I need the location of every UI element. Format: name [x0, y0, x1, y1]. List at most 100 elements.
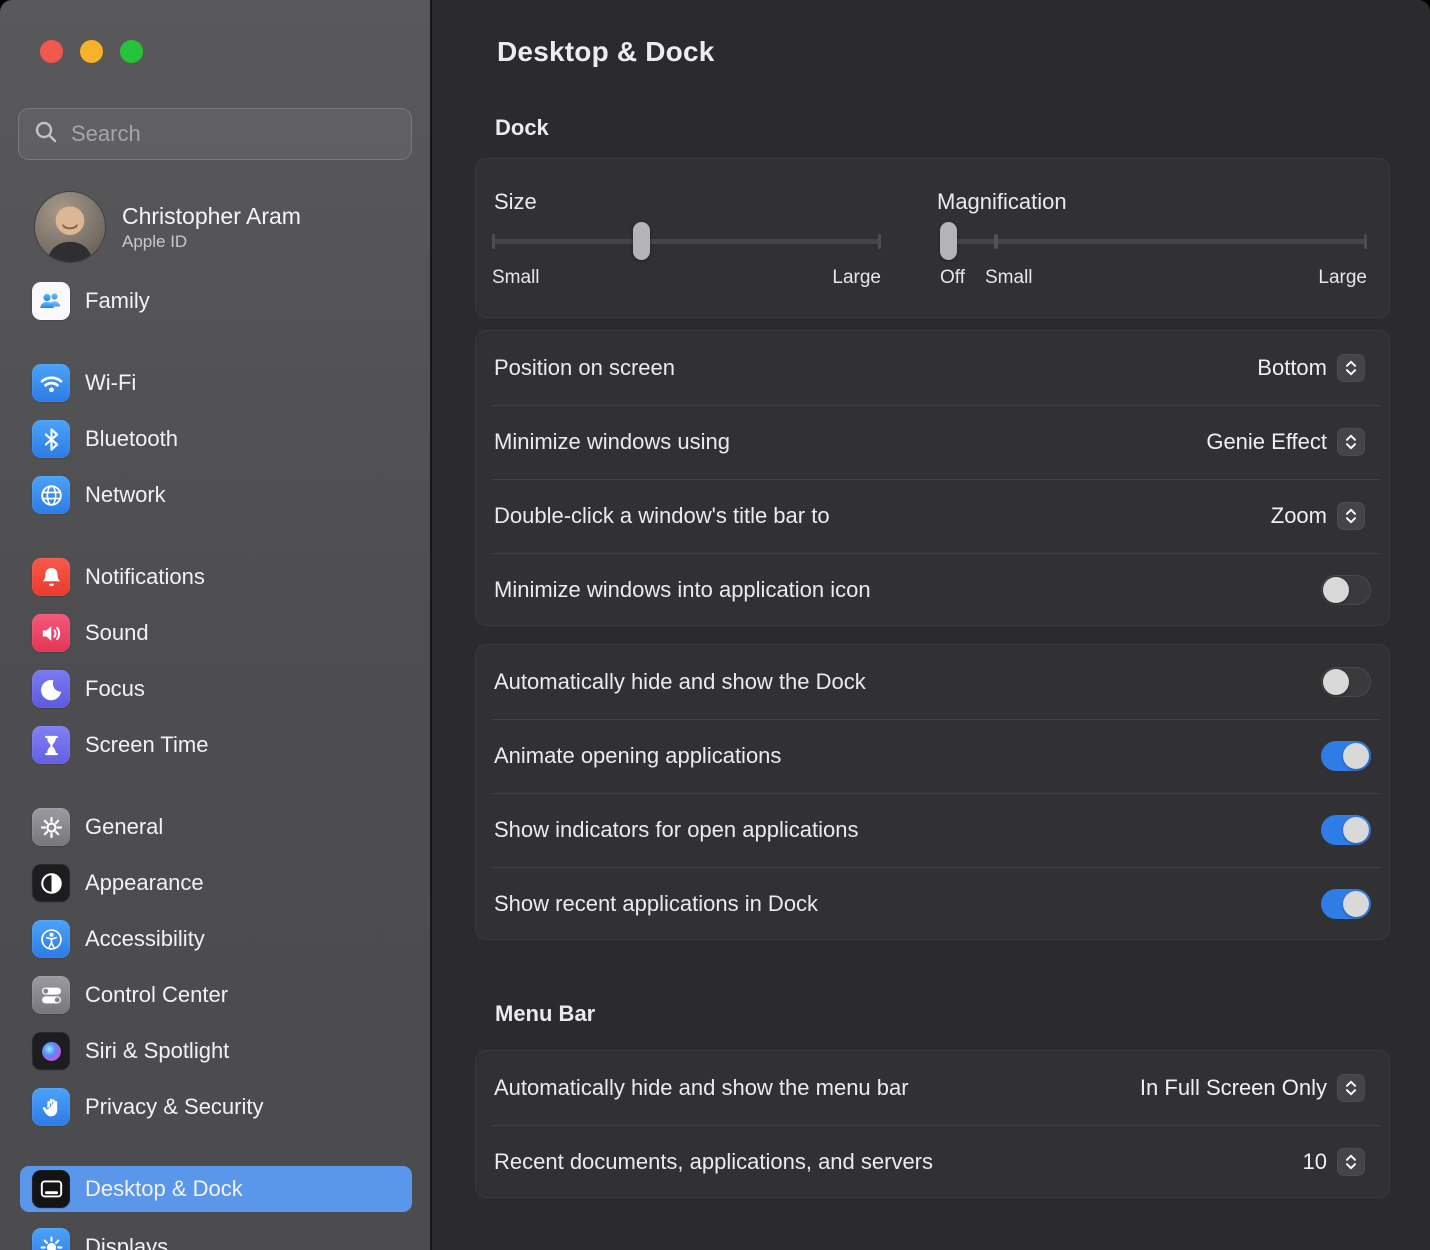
- sidebar-item-family[interactable]: Family: [20, 278, 412, 324]
- magnification-slider-handle[interactable]: [940, 222, 957, 260]
- sidebar-item-network[interactable]: Network: [20, 472, 412, 518]
- bell-icon: [32, 558, 70, 596]
- magnification-slider[interactable]: [940, 222, 1367, 260]
- double-click-title-bar-value: Zoom: [1271, 503, 1327, 529]
- search-field[interactable]: [18, 108, 412, 160]
- sidebar-item-label: Siri & Spotlight: [85, 1038, 229, 1064]
- magnification-max-label: Large: [1318, 267, 1367, 289]
- size-slider-track[interactable]: [492, 239, 881, 244]
- sidebar-item-displays[interactable]: Displays: [20, 1224, 412, 1250]
- setting-row-animate-opening: Animate opening applications: [476, 719, 1389, 793]
- menu-bar-section-header: Menu Bar: [495, 1001, 595, 1027]
- sidebar-item-label: Network: [85, 482, 166, 508]
- bluetooth-icon: [32, 420, 70, 458]
- magnification-small-tick: [994, 234, 998, 249]
- sidebar-item-sound[interactable]: Sound: [20, 610, 412, 656]
- sidebar-item-focus[interactable]: Focus: [20, 666, 412, 712]
- profile-name: Christopher Aram: [122, 202, 301, 231]
- sidebar-item-label: Control Center: [85, 982, 228, 1008]
- page-title: Desktop & Dock: [497, 36, 715, 68]
- sidebar-item-label: Displays: [85, 1234, 168, 1250]
- size-slider-handle[interactable]: [633, 222, 650, 260]
- double-click-title-bar-select[interactable]: [1337, 502, 1365, 530]
- window-controls: [40, 40, 143, 63]
- minimize-button[interactable]: [80, 40, 103, 63]
- stepper-icon: [1340, 431, 1362, 453]
- auto-hide-menu-bar-value: In Full Screen Only: [1140, 1075, 1327, 1101]
- appearance-icon: [32, 864, 70, 902]
- magnification-min-label: Small: [985, 267, 1033, 289]
- profile-subtitle: Apple ID: [122, 232, 301, 252]
- show-recent-apps-toggle[interactable]: [1321, 889, 1371, 919]
- sidebar-item-privacy-security[interactable]: Privacy & Security: [20, 1084, 412, 1130]
- size-slider[interactable]: [492, 222, 881, 260]
- desktop-dock-icon: [32, 1170, 70, 1208]
- sidebar-item-notifications[interactable]: Notifications: [20, 554, 412, 600]
- sidebar-item-accessibility[interactable]: Accessibility: [20, 916, 412, 962]
- siri-icon: [32, 1032, 70, 1070]
- hourglass-icon: [32, 726, 70, 764]
- sidebar-item-label: General: [85, 814, 163, 840]
- sidebar-item-general[interactable]: General: [20, 804, 412, 850]
- auto-hide-dock-toggle[interactable]: [1321, 667, 1371, 697]
- minimize-into-icon-toggle[interactable]: [1321, 575, 1371, 605]
- size-slider-label: Size: [494, 189, 537, 215]
- sidebar-item-control-center[interactable]: Control Center: [20, 972, 412, 1018]
- avatar: [35, 192, 105, 262]
- sidebar-item-label: Screen Time: [85, 732, 209, 758]
- speaker-icon: [32, 614, 70, 652]
- zoom-button[interactable]: [120, 40, 143, 63]
- setting-row-recent-documents: Recent documents, applications, and serv…: [476, 1125, 1389, 1199]
- sidebar-item-label: Privacy & Security: [85, 1094, 264, 1120]
- sun-icon: [32, 1228, 70, 1250]
- search-input[interactable]: [71, 121, 397, 147]
- position-on-screen-select[interactable]: [1337, 354, 1365, 382]
- size-max-label: Large: [832, 267, 881, 289]
- menu-bar-card: Automatically hide and show the menu bar…: [475, 1050, 1390, 1198]
- sidebar-item-siri-spotlight[interactable]: Siri & Spotlight: [20, 1028, 412, 1074]
- control-center-icon: [32, 976, 70, 1014]
- sidebar-item-label: Accessibility: [85, 926, 205, 952]
- gear-icon: [32, 808, 70, 846]
- minimize-windows-using-select[interactable]: [1337, 428, 1365, 456]
- animate-opening-toggle[interactable]: [1321, 741, 1371, 771]
- sidebar-item-label: Focus: [85, 676, 145, 702]
- dock-toggles-card: Automatically hide and show the Dock Ani…: [475, 644, 1390, 940]
- sidebar-item-bluetooth[interactable]: Bluetooth: [20, 416, 412, 462]
- sidebar-item-label: Appearance: [85, 870, 204, 896]
- stepper-icon: [1340, 505, 1362, 527]
- hand-icon: [32, 1088, 70, 1126]
- close-button[interactable]: [40, 40, 63, 63]
- setting-row-show-recent-apps: Show recent applications in Dock: [476, 867, 1389, 941]
- recent-documents-select[interactable]: [1337, 1148, 1365, 1176]
- sidebar-item-label: Sound: [85, 620, 149, 646]
- sidebar-item-appearance[interactable]: Appearance: [20, 860, 412, 906]
- setting-row-minimize-windows-using: Minimize windows using Genie Effect: [476, 405, 1389, 479]
- minimize-windows-using-value: Genie Effect: [1206, 429, 1327, 455]
- globe-icon: [32, 476, 70, 514]
- show-indicators-toggle[interactable]: [1321, 815, 1371, 845]
- sidebar-item-desktop-dock[interactable]: Desktop & Dock: [20, 1166, 412, 1212]
- profile-text: Christopher Aram Apple ID: [122, 202, 301, 253]
- setting-row-auto-hide-menu-bar: Automatically hide and show the menu bar…: [476, 1051, 1389, 1125]
- wifi-icon: [32, 364, 70, 402]
- auto-hide-menu-bar-select[interactable]: [1337, 1074, 1365, 1102]
- sidebar: Christopher Aram Apple ID Family Wi-: [0, 0, 430, 1250]
- sidebar-item-apple-id[interactable]: Christopher Aram Apple ID: [22, 190, 414, 264]
- moon-icon: [32, 670, 70, 708]
- sidebar-item-label: Family: [85, 288, 150, 314]
- stepper-icon: [1340, 1077, 1362, 1099]
- position-on-screen-value: Bottom: [1257, 355, 1327, 381]
- magnification-slider-track[interactable]: [940, 239, 1367, 244]
- setting-row-double-click-title-bar: Double-click a window's title bar to Zoo…: [476, 479, 1389, 553]
- magnification-off-label: Off: [940, 267, 965, 289]
- stepper-icon: [1340, 1151, 1362, 1173]
- sidebar-item-label: Notifications: [85, 564, 205, 590]
- setting-row-minimize-into-icon: Minimize windows into application icon: [476, 553, 1389, 627]
- sidebar-item-wifi[interactable]: Wi-Fi: [20, 360, 412, 406]
- sidebar-item-screen-time[interactable]: Screen Time: [20, 722, 412, 768]
- family-icon: [32, 282, 70, 320]
- magnification-slider-label: Magnification: [937, 189, 1067, 215]
- settings-pane: Desktop & Dock Dock Size Magnification S…: [432, 0, 1430, 1250]
- setting-row-show-indicators: Show indicators for open applications: [476, 793, 1389, 867]
